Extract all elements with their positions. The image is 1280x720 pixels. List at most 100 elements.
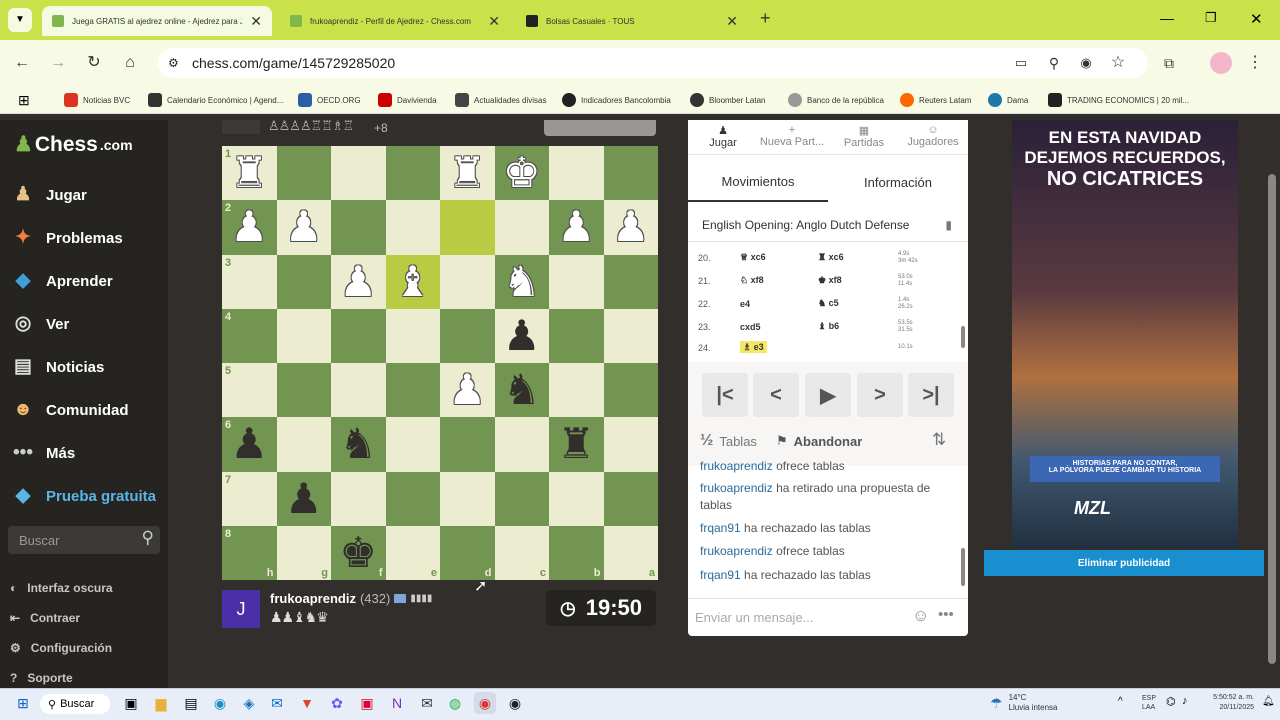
white-pawn-icon[interactable]: ♟ [557, 206, 595, 248]
board-square-a1[interactable] [603, 146, 658, 201]
nav-aprender[interactable]: ◆ Aprender [10, 266, 113, 296]
search-icon[interactable]: ⚲ [142, 528, 154, 548]
move-white[interactable]: ♘ xf8 [724, 275, 818, 286]
copilot-icon[interactable]: ✿ [326, 692, 348, 714]
move-black[interactable]: ♜ xc6 [818, 252, 898, 263]
board-square-c4[interactable]: ♟ [494, 308, 549, 363]
notifications-icon[interactable]: 🔔︎ [1262, 696, 1275, 707]
nav-ver[interactable]: ◎ Ver [10, 309, 70, 339]
weather-widget[interactable]: ☂ 14°C Lluvia intensa [990, 693, 1057, 713]
board-square-a5[interactable] [603, 363, 658, 418]
white-pawn-icon[interactable]: ♟ [339, 260, 377, 303]
home-icon[interactable]: ⌂ [119, 52, 141, 74]
black-rook-icon[interactable]: ♜ [557, 423, 595, 465]
tray-chevron-icon[interactable]: ^ [1118, 696, 1123, 707]
black-king-icon[interactable]: ♚ [339, 531, 377, 574]
zoom-icon[interactable]: ⚲ [1043, 52, 1065, 74]
edge-icon[interactable]: ◉ [209, 692, 231, 714]
move-white[interactable]: e4 [724, 299, 818, 309]
profile-avatar[interactable] [1210, 52, 1232, 74]
book-icon[interactable]: ▮ [945, 218, 952, 232]
white-knight-icon[interactable]: ♞ [503, 260, 541, 303]
board-square-a3[interactable] [603, 254, 658, 309]
board-square-g6[interactable] [276, 417, 331, 472]
board-square-d6[interactable] [440, 417, 495, 472]
nav-comunidad[interactable]: ☻ Comunidad [10, 395, 129, 425]
board-square-f6[interactable]: ♞ [331, 417, 386, 472]
advertisement[interactable]: EN ESTA NAVIDAD DEJEMOS RECUERDOS, NO CI… [1012, 120, 1238, 548]
bookmark-item[interactable]: Bloomber Latan [690, 90, 765, 110]
board-square-b2[interactable]: ♟ [549, 200, 604, 255]
board-square-a4[interactable] [603, 308, 658, 363]
black-knight-icon[interactable]: ♞ [339, 423, 377, 465]
board-square-f8[interactable]: f ♚ [331, 525, 386, 580]
board-square-d7[interactable] [440, 471, 495, 526]
chess-board[interactable]: 1 ♜ ♜ ♚ 2 ♟ ♟ ♟ ♟ 3 ♟ ♝ ♞ 4 ♟ 5 ♟ ♞ 6 ♟ ♞ ♜ 7 ♟ 8 h g f ♚ e d c b a [222, 146, 658, 580]
chat-input[interactable]: Enviar un mensaje... [695, 610, 814, 625]
mail-icon[interactable]: ✉ [416, 692, 438, 714]
board-square-d3[interactable] [440, 254, 495, 309]
opening-name[interactable]: English Opening: Anglo Dutch Defense ▮ [688, 208, 968, 242]
dark-mode-toggle[interactable]: ◐ Interfaz oscura [10, 577, 113, 599]
opponent-avatar[interactable] [222, 120, 260, 134]
tab-jugar[interactable]: ♟ Jugar [694, 124, 752, 152]
address-bar[interactable]: ⚙ chess.com/game/145729285020 [158, 48, 1148, 78]
move-white-current[interactable]: ♗ e3 [724, 341, 818, 353]
browser-tab-1[interactable]: Juega GRATIS al ajedrez online - Ajedrez… [42, 6, 272, 36]
moves-scrollbar[interactable] [961, 326, 965, 348]
white-rook-icon[interactable]: ♜ [230, 152, 268, 194]
board-square-a6[interactable] [603, 417, 658, 472]
flip-board-icon[interactable]: ⇅ [932, 430, 946, 450]
close-tab-icon[interactable]: ✕ [726, 13, 738, 30]
board-square-g5[interactable] [276, 363, 331, 418]
board-square-f2[interactable] [331, 200, 386, 255]
black-knight-icon[interactable]: ♞ [503, 369, 541, 411]
board-square-c8[interactable]: c [494, 525, 549, 580]
hide-eye-icon[interactable]: ◉ [1075, 52, 1097, 74]
draw-button[interactable]: ½ Tablas [700, 432, 757, 450]
board-square-c3[interactable]: ♞ [494, 254, 549, 309]
white-pawn-icon[interactable]: ♟ [612, 206, 650, 248]
support-link[interactable]: ? Soporte [10, 667, 73, 689]
reload-icon[interactable]: ↻ [83, 52, 105, 74]
black-pawn-icon[interactable]: ♟ [503, 314, 541, 357]
bookmark-item[interactable]: TRADING ECONOMICS | 20 mil... [1048, 90, 1189, 110]
menu-kebab-icon[interactable]: ⋮ [1244, 52, 1266, 74]
app-red-icon[interactable]: ▣ [356, 692, 378, 714]
bookmark-item[interactable]: Reuters Latam [900, 90, 971, 110]
white-pawn-icon[interactable]: ♟ [448, 369, 486, 411]
browser-tab-3[interactable]: Bolsas Casuales · TOUS ✕ [516, 6, 748, 36]
white-rook-icon[interactable]: ♜ [448, 152, 486, 194]
bookmark-item[interactable]: Banco de la república [788, 90, 884, 110]
board-square-d4[interactable] [440, 308, 495, 363]
bookmark-item[interactable]: Indicadores Bancolombia [562, 90, 671, 110]
board-square-a2[interactable]: ♟ [603, 200, 658, 255]
board-square-c6[interactable] [494, 417, 549, 472]
remove-ads-button[interactable]: Eliminar publicidad [984, 550, 1264, 576]
first-move-button[interactable]: |< [702, 373, 748, 417]
onenote-icon[interactable]: N [386, 692, 408, 714]
board-square-h7[interactable]: 7 [222, 471, 277, 526]
board-square-h5[interactable]: 5 [222, 363, 277, 418]
board-square-b3[interactable] [549, 254, 604, 309]
tab-partidas[interactable]: ▦ Partidas [832, 124, 896, 152]
last-move-button[interactable]: >| [908, 373, 954, 417]
board-square-f5[interactable] [331, 363, 386, 418]
app-icon[interactable]: ◈ [238, 692, 260, 714]
move-white[interactable]: ♕ xc6 [724, 252, 818, 263]
board-square-b4[interactable] [549, 308, 604, 363]
move-black[interactable]: ♞ c5 [818, 298, 898, 309]
move-black[interactable]: ♝ b6 [818, 321, 898, 332]
board-square-d5[interactable]: ♟ [440, 363, 495, 418]
new-tab-button[interactable]: + [760, 8, 771, 29]
board-square-e2[interactable] [385, 200, 440, 255]
browser-tab-2[interactable]: frukoaprendiz - Perfil de Ajedrez - Ches… [280, 6, 510, 36]
board-square-c1[interactable]: ♚ [494, 146, 549, 201]
board-square-h1[interactable]: 1 ♜ [222, 146, 277, 201]
apps-grid-icon[interactable]: ⊞ [18, 92, 30, 109]
board-square-b1[interactable] [549, 146, 604, 201]
close-tab-icon[interactable]: ✕ [250, 13, 262, 30]
sidebar-search-input[interactable]: Buscar ⚲ [8, 526, 160, 554]
nav-jugar[interactable]: ♟ Jugar [10, 180, 86, 210]
chrome-icon[interactable]: ◉ [474, 692, 496, 714]
